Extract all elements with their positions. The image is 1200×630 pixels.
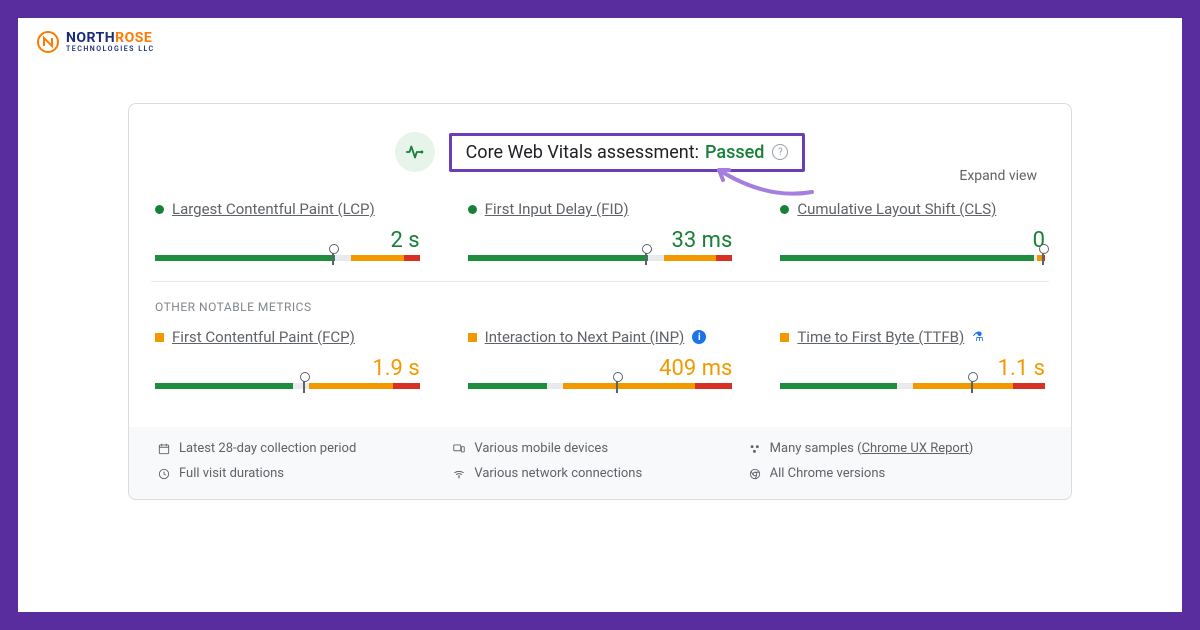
footer-text: Latest 28-day collection period <box>179 441 356 456</box>
vitals-card: Core Web Vitals assessment: Passed ? Exp… <box>128 103 1072 500</box>
footer-text: Various network connections <box>474 466 642 481</box>
metric-name[interactable]: Time to First Byte (TTFB) <box>797 328 964 346</box>
other-metrics-row: First Contentful Paint (FCP) 1.9 s Inter… <box>155 322 1045 409</box>
metric-gauge <box>468 255 733 261</box>
status-dot-icon <box>780 205 789 214</box>
metric-name[interactable]: Largest Contentful Paint (LCP) <box>172 200 375 218</box>
footer-text: Many samples (Chrome UX Report) <box>770 441 974 456</box>
primary-metrics-row: Largest Contentful Paint (LCP) 2 s First… <box>155 194 1045 281</box>
gauge-marker-icon <box>971 377 973 393</box>
metric-gauge <box>780 383 1045 389</box>
footer-text: Full visit durations <box>179 466 284 481</box>
experimental-flask-icon[interactable]: ⚗ <box>972 330 984 345</box>
status-square-icon <box>468 333 477 342</box>
page-frame: NORTHROSE TECHNOLOGIES LLC Core Web Vita… <box>18 18 1182 612</box>
card-header: Core Web Vitals assessment: Passed ? Exp… <box>155 124 1045 194</box>
metric-ttfb: Time to First Byte (TTFB) ⚗ 1.1 s <box>780 328 1045 389</box>
samples-icon <box>748 442 762 456</box>
gauge-marker-icon <box>616 377 618 393</box>
footer-devices: Various mobile devices <box>452 441 747 456</box>
status-square-icon <box>780 333 789 342</box>
gauge-marker-icon <box>645 249 647 265</box>
metric-cls: Cumulative Layout Shift (CLS) 0 <box>780 200 1045 261</box>
status-dot-icon <box>468 205 477 214</box>
metric-value: 1.9 s <box>155 356 420 381</box>
metric-gauge <box>780 255 1045 261</box>
metric-fid: First Input Delay (FID) 33 ms <box>468 200 733 261</box>
metric-value: 0 <box>780 228 1045 253</box>
clock-icon <box>157 467 171 481</box>
devices-icon <box>452 442 466 456</box>
metric-name[interactable]: Cumulative Layout Shift (CLS) <box>797 200 996 218</box>
footer-period: Latest 28-day collection period <box>157 441 452 456</box>
help-icon[interactable]: ? <box>772 144 788 160</box>
info-icon[interactable]: i <box>692 330 706 344</box>
metric-lcp: Largest Contentful Paint (LCP) 2 s <box>155 200 420 261</box>
section-other-heading: OTHER NOTABLE METRICS <box>155 282 1045 322</box>
footer-text: All Chrome versions <box>770 466 886 481</box>
footer-text: Various mobile devices <box>474 441 608 456</box>
assessment-result: Passed <box>705 142 764 163</box>
footer-network: Various network connections <box>452 466 747 481</box>
brand-logo: NORTHROSE TECHNOLOGIES LLC <box>36 30 155 54</box>
metric-name[interactable]: Interaction to Next Paint (INP) <box>485 328 685 346</box>
logo-north: NORTH <box>66 30 115 46</box>
assessment-label: Core Web Vitals assessment: <box>466 142 699 163</box>
calendar-icon <box>157 442 171 456</box>
expand-view-link[interactable]: Expand view <box>959 168 1037 184</box>
metric-name[interactable]: First Contentful Paint (FCP) <box>172 328 355 346</box>
logo-mark-icon <box>36 30 60 54</box>
metric-value: 409 ms <box>468 356 733 381</box>
logo-rose: ROSE <box>115 30 152 46</box>
gauge-marker-icon <box>1042 249 1044 265</box>
metric-fcp: First Contentful Paint (FCP) 1.9 s <box>155 328 420 389</box>
logo-sub: TECHNOLOGIES LLC <box>66 46 155 53</box>
footer-samples: Many samples (Chrome UX Report) <box>748 441 1043 456</box>
metric-inp: Interaction to Next Paint (INP) i 409 ms <box>468 328 733 389</box>
gauge-marker-icon <box>303 377 305 393</box>
metric-value: 1.1 s <box>780 356 1045 381</box>
status-dot-icon <box>155 205 164 214</box>
annotation-arrow-icon <box>707 162 817 202</box>
footer-versions: All Chrome versions <box>748 466 1043 481</box>
metric-gauge <box>155 383 420 389</box>
status-square-icon <box>155 333 164 342</box>
footer-durations: Full visit durations <box>157 466 452 481</box>
crux-link[interactable]: Chrome UX Report <box>862 441 969 456</box>
gauge-marker-icon <box>332 249 334 265</box>
card-footer: Latest 28-day collection period Various … <box>129 427 1071 499</box>
metric-name[interactable]: First Input Delay (FID) <box>485 200 629 218</box>
chrome-icon <box>748 467 762 481</box>
metric-gauge <box>155 255 420 261</box>
metric-value: 33 ms <box>468 228 733 253</box>
pulse-icon <box>395 132 435 172</box>
metric-value: 2 s <box>155 228 420 253</box>
wifi-icon <box>452 467 466 481</box>
metric-gauge <box>468 383 733 389</box>
